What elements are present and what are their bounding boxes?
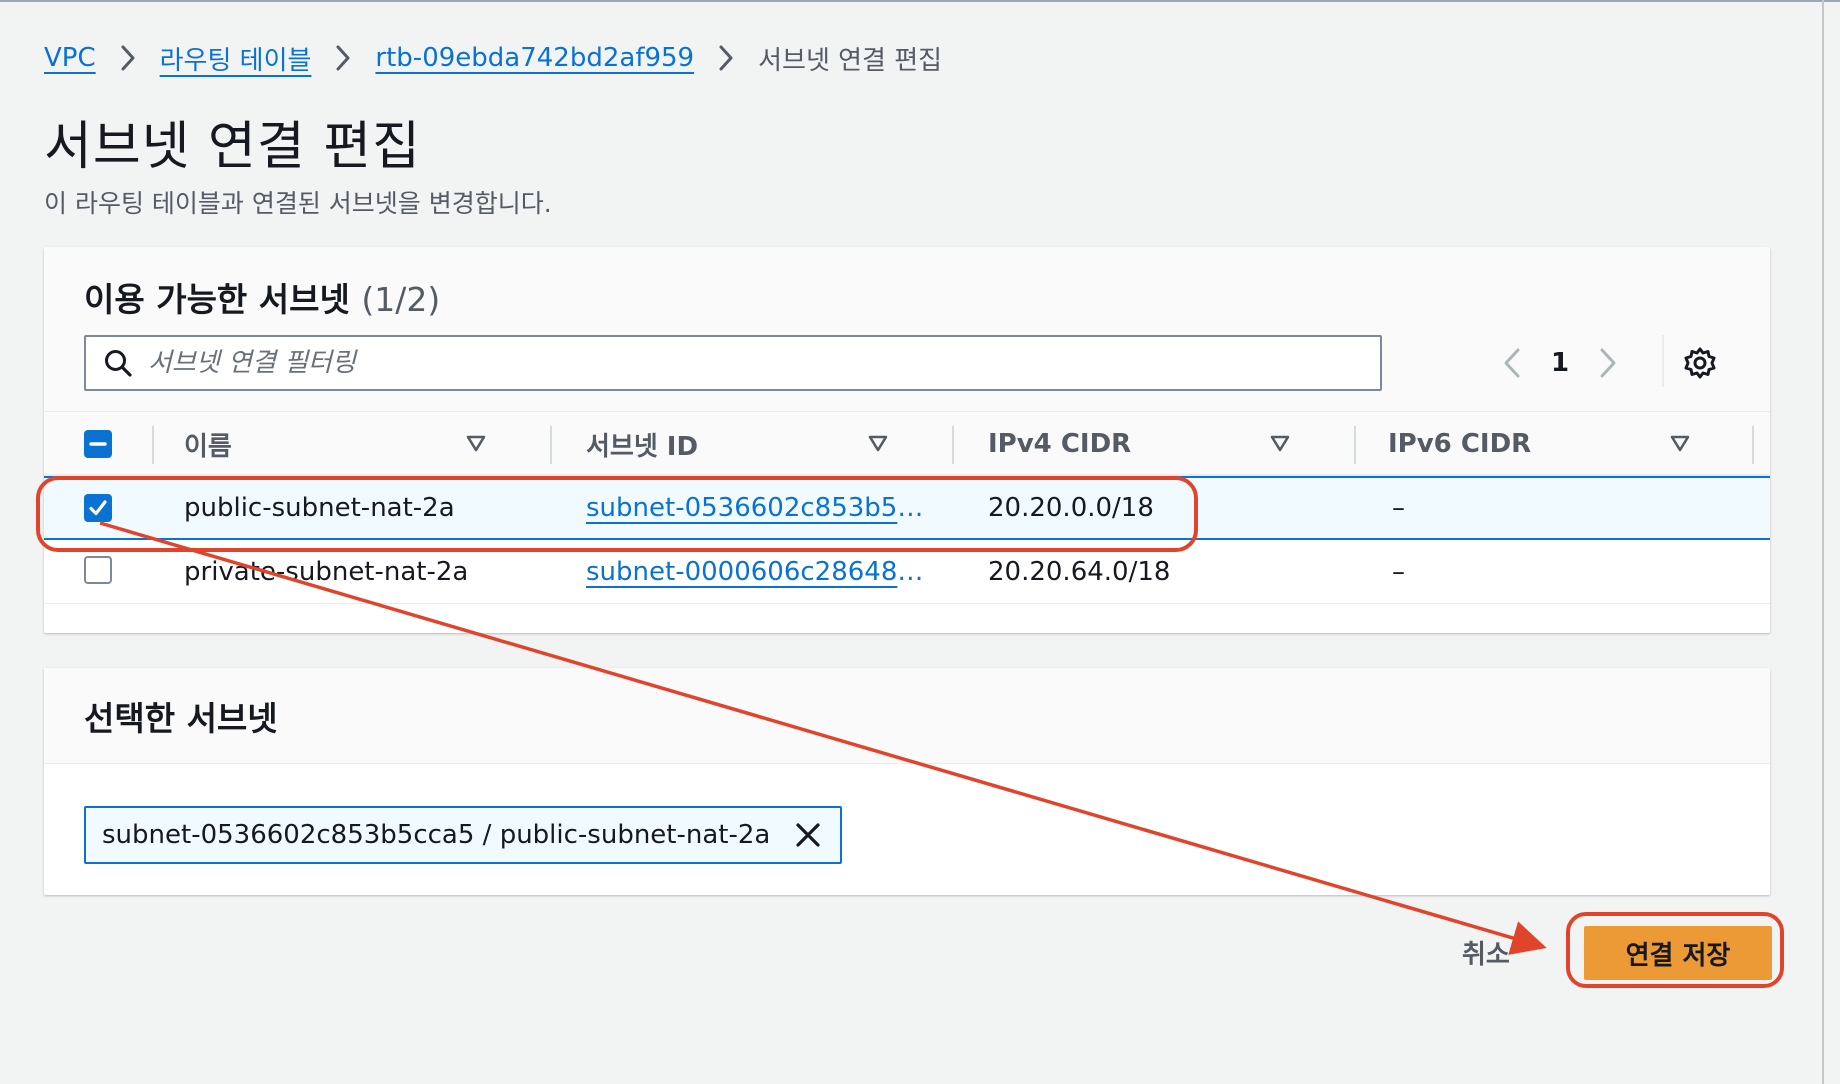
column-divider <box>1354 426 1356 464</box>
ipv4-cidr: 20.20.64.0/18 <box>988 556 1171 587</box>
breadcrumb: VPC 라우팅 테이블 rtb-09ebda742bd2af959 서브넷 연결… <box>44 38 942 78</box>
chevron-right-icon[interactable] <box>1590 343 1626 383</box>
available-subnets-header: 이용 가능한 서브넷 (1/2) 1 <box>44 247 1770 412</box>
gear-icon[interactable] <box>1680 343 1720 383</box>
cancel-button[interactable]: 취소 <box>1462 930 1510 974</box>
column-divider <box>1752 426 1754 464</box>
checkbox-indeterminate-icon[interactable] <box>84 430 112 458</box>
table-row[interactable]: private-subnet-nat-2a subnet-0000606c286… <box>44 540 1770 604</box>
page-description: 이 라우팅 테이블과 연결된 서브넷을 변경합니다. <box>44 189 552 218</box>
ipv6-cidr: – <box>1392 556 1405 587</box>
selected-subnets-panel: 선택한 서브넷 subnet-0536602c853b5cca5 / publi… <box>44 668 1770 895</box>
subnet-filter-field[interactable] <box>84 335 1382 391</box>
subnet-id-link[interactable]: subnet-0000606c28648ee4f <box>586 540 926 604</box>
selected-subnet-token-label: subnet-0536602c853b5cca5 / public-subnet… <box>102 820 771 850</box>
selected-subnets-header: 선택한 서브넷 <box>44 668 1770 764</box>
column-header-subnet-id[interactable]: 서브넷 ID <box>586 412 698 476</box>
column-divider <box>952 426 954 464</box>
page-title: 서브넷 연결 편집 <box>44 117 421 177</box>
chevron-right-icon <box>718 45 734 71</box>
column-header-ipv6-cidr[interactable]: IPv6 CIDR <box>1388 412 1531 476</box>
column-header-ipv4-cidr[interactable]: IPv4 CIDR <box>988 412 1131 476</box>
window-top-border <box>0 0 1840 2</box>
available-subnets-count: (1/2) <box>361 280 441 319</box>
available-subnets-panel: 이용 가능한 서브넷 (1/2) 1 <box>44 247 1770 633</box>
selected-subnet-token: subnet-0536602c853b5cca5 / public-subnet… <box>84 806 843 864</box>
sort-caret-icon[interactable] <box>866 432 890 456</box>
breadcrumb-vpc[interactable]: VPC <box>44 43 96 73</box>
checkbox-unchecked-icon[interactable] <box>84 556 112 584</box>
search-icon <box>102 347 134 379</box>
column-divider <box>550 426 552 464</box>
chevron-left-icon[interactable] <box>1494 343 1530 383</box>
sort-caret-icon[interactable] <box>1268 432 1292 456</box>
column-header-name[interactable]: 이름 <box>184 412 232 476</box>
subnet-id-cell: subnet-0536602c853b5cca5 <box>586 478 926 538</box>
column-divider <box>152 426 154 464</box>
close-icon[interactable] <box>792 819 824 851</box>
ipv6-cidr: – <box>1392 493 1405 523</box>
chevron-right-icon <box>335 45 351 71</box>
subnet-filter-input[interactable] <box>148 348 1348 378</box>
subnet-id-cell: subnet-0000606c28648ee4f <box>586 540 926 603</box>
pager-divider <box>1662 335 1664 387</box>
subnet-id-link[interactable]: subnet-0536602c853b5cca5 <box>586 476 926 540</box>
available-subnets-title: 이용 가능한 서브넷 (1/2) <box>84 273 440 321</box>
subnet-name: public-subnet-nat-2a <box>184 493 455 523</box>
table-header: 이름 서브넷 ID IPv4 CIDR IPv6 CIDR <box>44 412 1770 476</box>
checkbox-checked-icon[interactable] <box>84 494 112 522</box>
window-right-edge <box>1822 0 1824 1084</box>
subnet-name: private-subnet-nat-2a <box>184 556 469 587</box>
sort-caret-icon[interactable] <box>464 432 488 456</box>
breadcrumb-current: 서브넷 연결 편집 <box>758 45 943 76</box>
page-number[interactable]: 1 <box>1530 348 1590 378</box>
breadcrumb-route-table-id[interactable]: rtb-09ebda742bd2af959 <box>375 43 694 73</box>
breadcrumb-route-tables[interactable]: 라우팅 테이블 <box>160 40 312 77</box>
pagination: 1 <box>1494 339 1626 387</box>
ipv4-cidr: 20.20.0.0/18 <box>988 493 1154 523</box>
chevron-right-icon <box>120 45 136 71</box>
table-row[interactable]: public-subnet-nat-2a subnet-0536602c853b… <box>44 476 1770 540</box>
sort-caret-icon[interactable] <box>1668 432 1692 456</box>
available-subnets-title-text: 이용 가능한 서브넷 <box>84 280 350 319</box>
save-associations-button[interactable]: 연결 저장 <box>1584 926 1772 980</box>
selected-subnets-title: 선택한 서브넷 <box>84 699 278 738</box>
